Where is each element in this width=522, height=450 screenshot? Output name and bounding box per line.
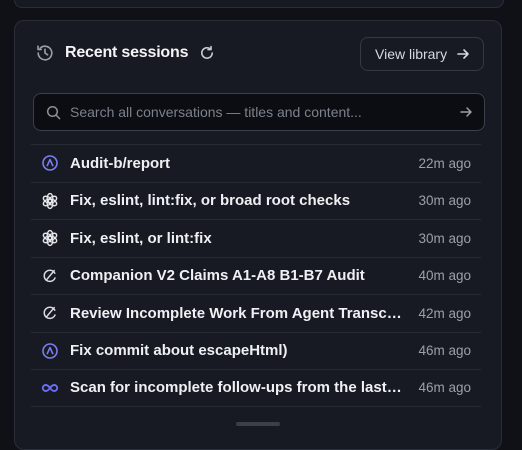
session-time: 40m ago <box>418 268 471 284</box>
search-box <box>33 93 485 131</box>
agent-icon <box>41 154 59 172</box>
refresh-icon[interactable] <box>198 44 216 62</box>
search-icon <box>46 105 61 120</box>
session-title: Review Incomplete Work From Agent Transc… <box>70 304 404 322</box>
cursor-icon <box>41 304 59 322</box>
session-time: 30m ago <box>418 193 471 209</box>
session-title: Audit-b/report <box>70 154 170 172</box>
session-list: Audit-b/report 22m ago Fix, eslint, lint… <box>31 144 481 407</box>
session-time: 30m ago <box>418 230 471 246</box>
view-library-label: View library <box>375 46 448 62</box>
list-item[interactable]: Audit-b/report 22m ago <box>31 144 481 182</box>
agent-icon <box>41 342 59 360</box>
cursor-icon <box>41 267 59 285</box>
search-input[interactable] <box>70 94 450 130</box>
search-submit-icon[interactable] <box>459 105 473 119</box>
session-title: Scan for incomplete follow-ups from the … <box>70 379 404 397</box>
openai-icon <box>41 192 59 210</box>
section-title: Recent sessions <box>65 44 189 61</box>
infinity-icon <box>41 379 59 397</box>
history-icon <box>37 45 53 61</box>
session-time: 46m ago <box>418 343 471 359</box>
session-time: 42m ago <box>418 305 471 321</box>
list-item[interactable]: Fix, eslint, or lint:fix 30m ago <box>31 219 481 257</box>
recent-sessions-card: Recent sessions View library Aud <box>14 20 502 450</box>
list-item[interactable]: Fix, eslint, lint:fix, or broad root che… <box>31 181 481 220</box>
session-time: 46m ago <box>418 380 471 396</box>
list-item[interactable]: Companion V2 Claims A1-A8 B1-B7 Audit 40… <box>31 256 481 295</box>
session-title: Fix, eslint, or lint:fix <box>70 229 212 247</box>
session-title: Fix commit about escapeHtml) <box>70 342 288 360</box>
list-item[interactable]: Scan for incomplete follow-ups from the … <box>31 369 481 407</box>
session-time: 22m ago <box>418 155 471 171</box>
session-title: Fix, eslint, lint:fix, or broad root che… <box>70 192 351 210</box>
openai-icon <box>41 229 59 247</box>
previous-card <box>14 0 504 8</box>
session-title: Companion V2 Claims A1-A8 B1-B7 Audit <box>70 267 365 285</box>
list-item[interactable]: Review Incomplete Work From Agent Transc… <box>31 294 481 332</box>
arrow-right-icon <box>457 49 469 59</box>
view-library-button[interactable]: View library <box>360 37 484 71</box>
resize-handle[interactable] <box>236 422 280 426</box>
list-item[interactable]: Fix commit about escapeHtml) 46m ago <box>31 331 481 370</box>
